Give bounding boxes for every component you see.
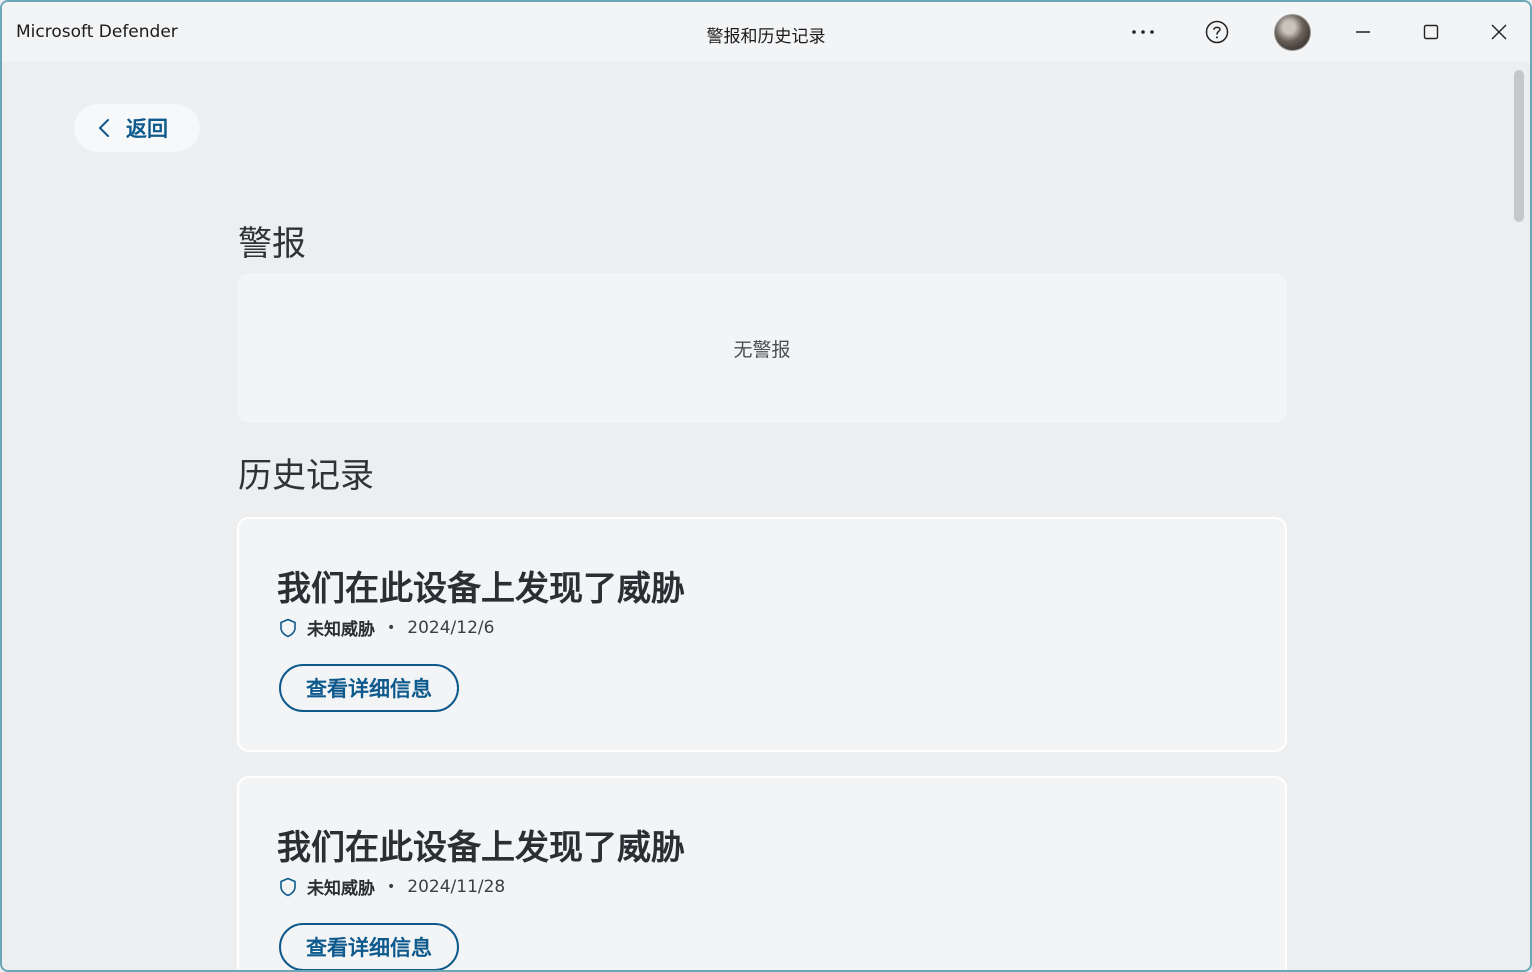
chevron-left-icon [99, 119, 109, 137]
maximize-icon [1423, 24, 1439, 40]
app-window: Microsoft Defender 警报和历史记录 返回 警报 无警报 历史记… [0, 0, 1532, 972]
history-heading: 历史记录 [238, 456, 374, 496]
minimize-button[interactable] [1343, 12, 1383, 52]
minimize-icon [1356, 31, 1370, 33]
threat-date: 2024/12/6 [407, 617, 495, 638]
history-item: 我们在此设备上发现了威胁 未知威胁 • 2024/11/28 查看详细信息 [237, 776, 1287, 970]
history-item-title: 我们在此设备上发现了威胁 [277, 569, 685, 609]
back-label: 返回 [126, 117, 168, 141]
scrollbar-thumb[interactable] [1514, 70, 1524, 222]
threat-date: 2024/11/28 [407, 876, 506, 897]
shield-icon [280, 877, 296, 896]
view-details-button[interactable]: 查看详细信息 [279, 664, 459, 712]
back-button[interactable]: 返回 [74, 104, 200, 152]
close-icon [1491, 24, 1507, 40]
more-options-button[interactable] [1123, 12, 1163, 52]
history-item-meta: 未知威胁 • 2024/11/28 [279, 874, 505, 899]
avatar[interactable] [1274, 14, 1311, 51]
history-item: 我们在此设备上发现了威胁 未知威胁 • 2024/12/6 查看详细信息 [237, 517, 1287, 752]
shield-icon [280, 618, 296, 637]
no-alerts-text: 无警报 [733, 338, 791, 361]
view-details-button[interactable]: 查看详细信息 [279, 923, 459, 970]
threat-kind: 未知威胁 [307, 620, 375, 640]
separator-dot: • [387, 619, 396, 636]
help-button[interactable] [1197, 12, 1237, 52]
help-icon [1205, 20, 1229, 44]
title-bar: Microsoft Defender 警报和历史记录 [2, 2, 1530, 62]
separator-dot: • [387, 878, 396, 895]
alerts-card: 无警报 [237, 273, 1287, 423]
threat-kind: 未知威胁 [307, 879, 375, 899]
alerts-heading: 警报 [238, 224, 306, 264]
history-item-meta: 未知威胁 • 2024/12/6 [279, 615, 494, 640]
maximize-button[interactable] [1411, 12, 1451, 52]
close-button[interactable] [1479, 12, 1519, 52]
history-item-title: 我们在此设备上发现了威胁 [277, 828, 685, 868]
more-icon [1132, 30, 1154, 34]
